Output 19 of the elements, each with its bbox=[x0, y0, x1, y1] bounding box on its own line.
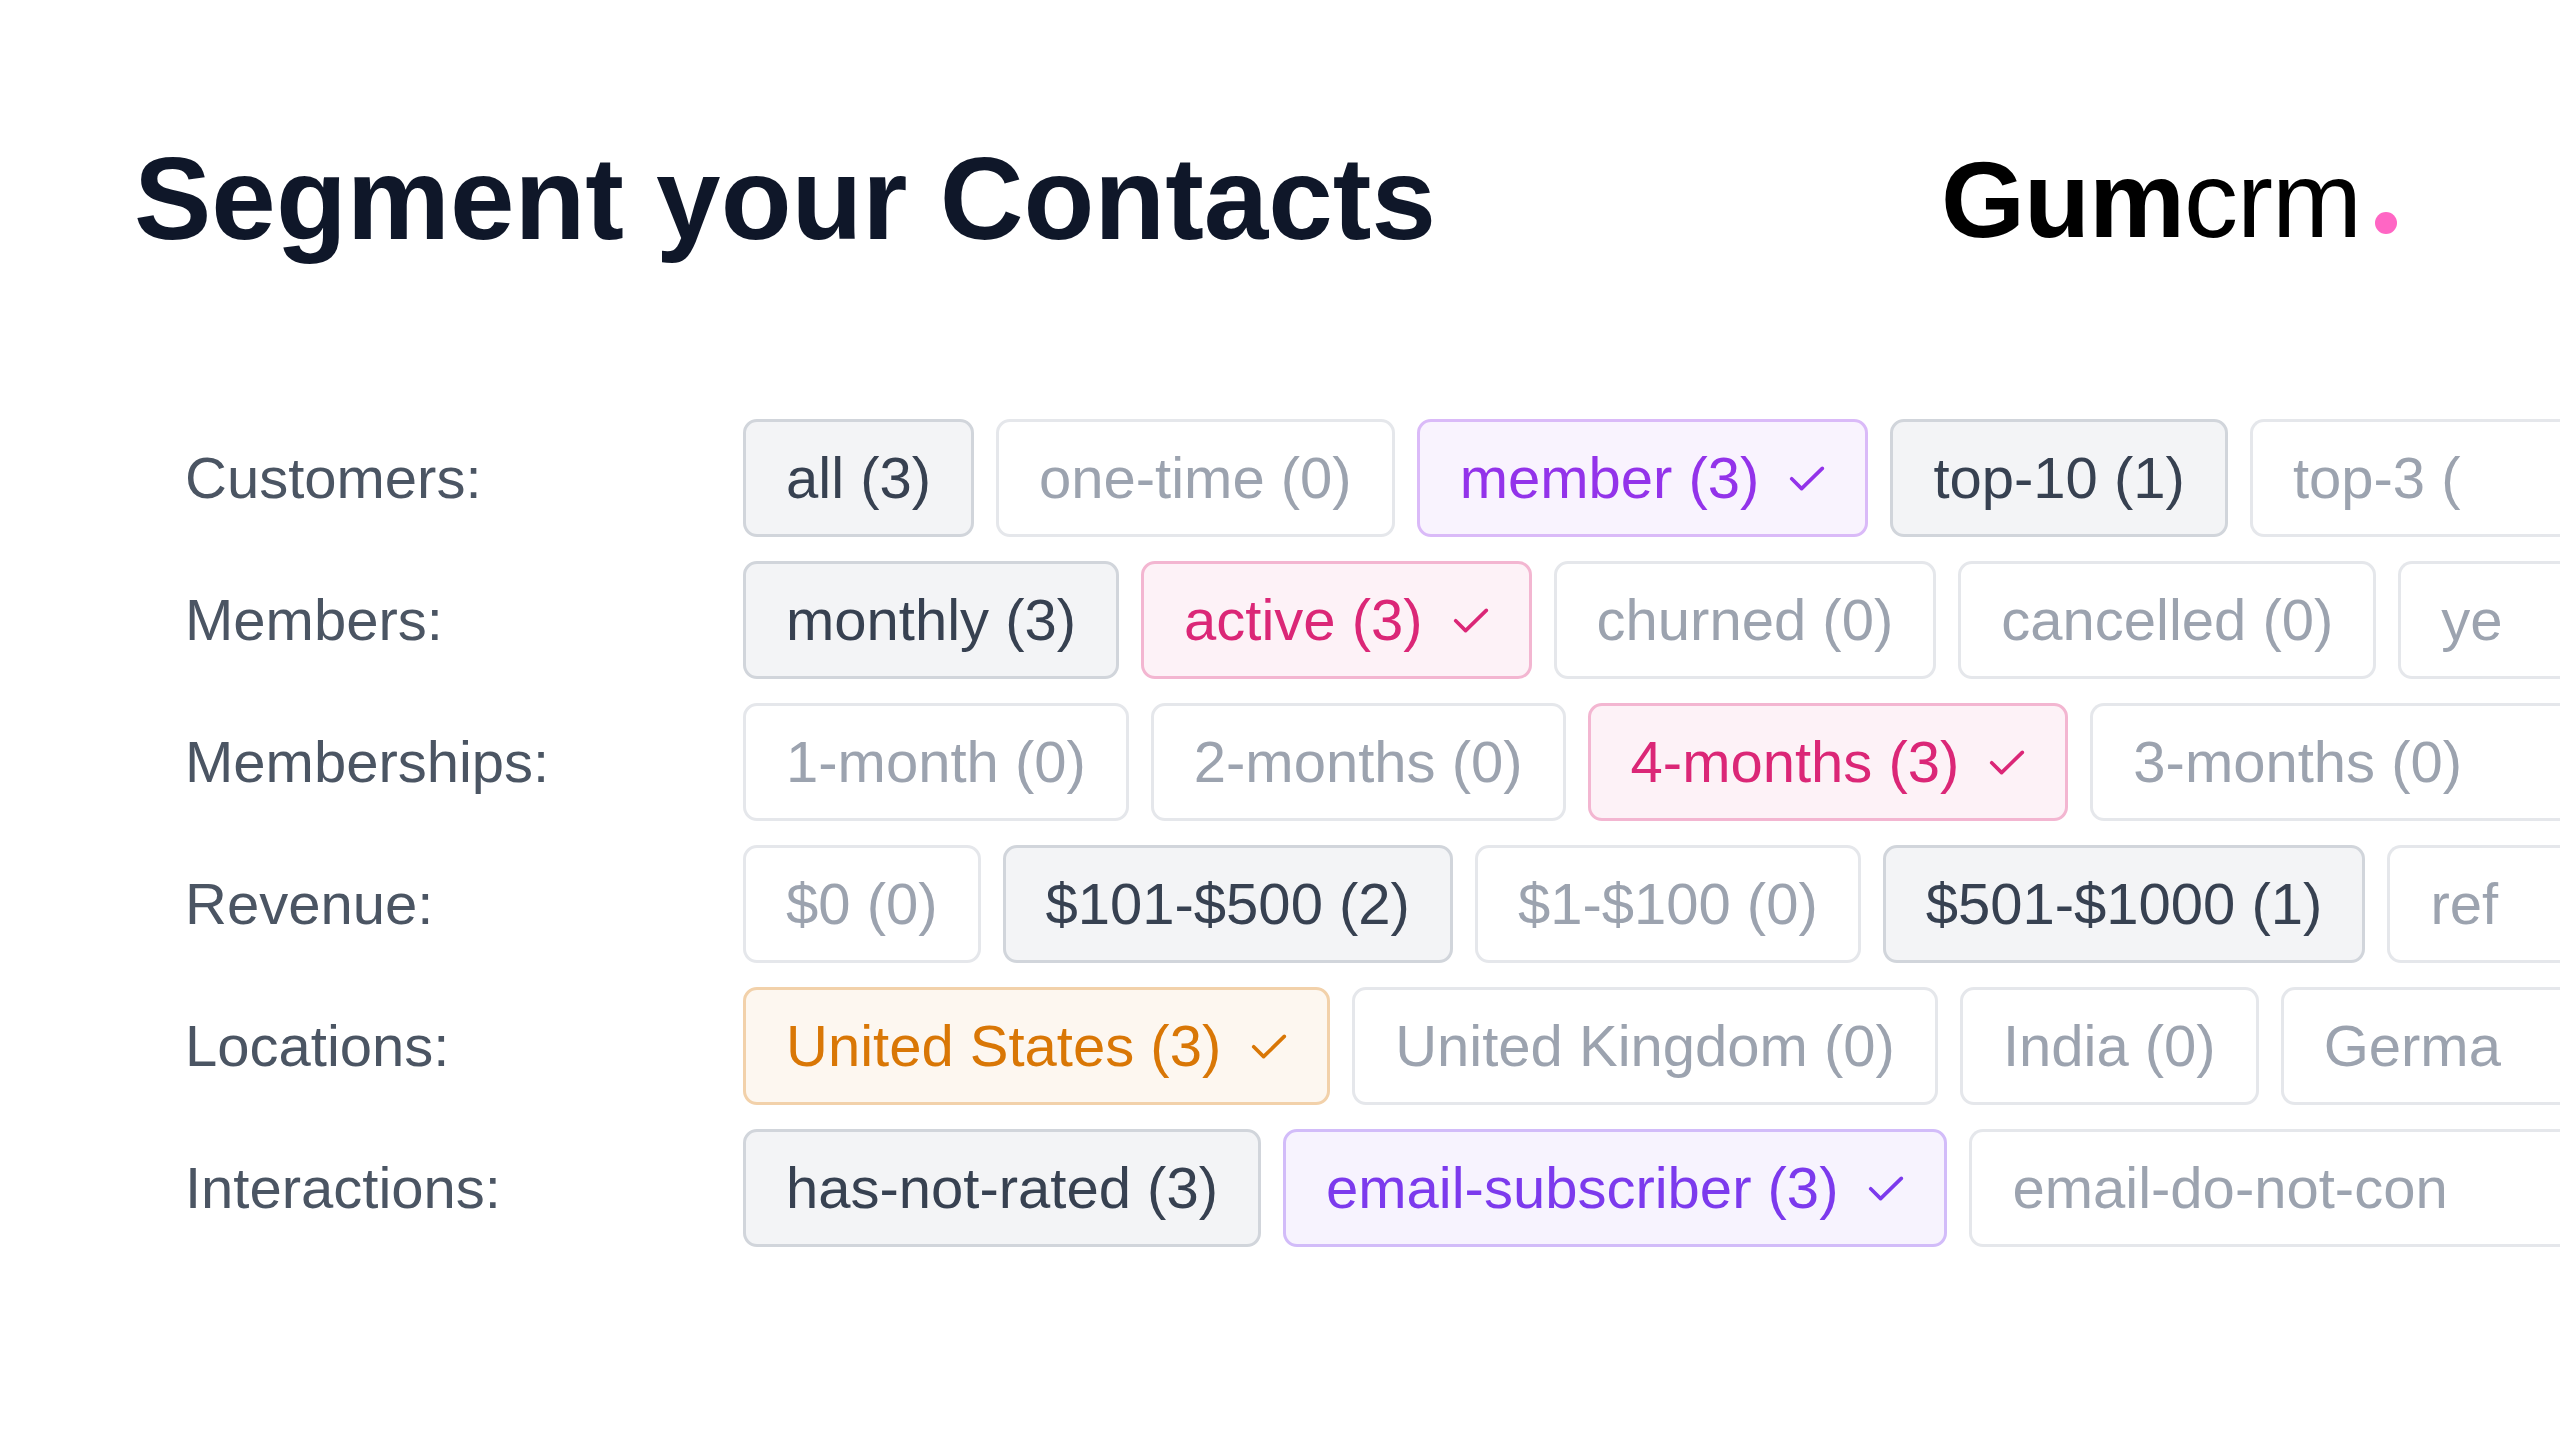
row-label: Customers: bbox=[185, 449, 483, 508]
row-label: Memberships: bbox=[185, 733, 551, 792]
logo-text: Gumcrm bbox=[1941, 137, 2361, 262]
row-label: Locations: bbox=[185, 1017, 451, 1076]
filter-chip[interactable]: United States (3) bbox=[743, 987, 1331, 1106]
filter-chip[interactable]: member (3) bbox=[1416, 419, 1869, 538]
filter-chip[interactable]: monthly (3) bbox=[743, 561, 1120, 680]
row-label: Interactions: bbox=[185, 1159, 502, 1218]
page-title: Segment your Contacts bbox=[134, 133, 1436, 266]
filter-chip[interactable]: $501-$1000 (1) bbox=[1882, 845, 2366, 964]
filter-chip[interactable]: has-not-rated (3) bbox=[743, 1129, 1261, 1248]
row-label: Members: bbox=[185, 591, 444, 650]
filter-chip[interactable]: 4-months (3) bbox=[1587, 703, 2069, 822]
filter-chip[interactable]: $101-$500 (2) bbox=[1002, 845, 1453, 964]
filter-chip[interactable]: top-10 (1) bbox=[1890, 419, 2228, 538]
filter-chip[interactable]: all (3) bbox=[743, 419, 975, 538]
row-label: Revenue: bbox=[185, 875, 435, 934]
filter-chip[interactable]: email-subscriber (3) bbox=[1283, 1129, 1948, 1248]
filter-chip[interactable]: active (3) bbox=[1141, 561, 1532, 680]
